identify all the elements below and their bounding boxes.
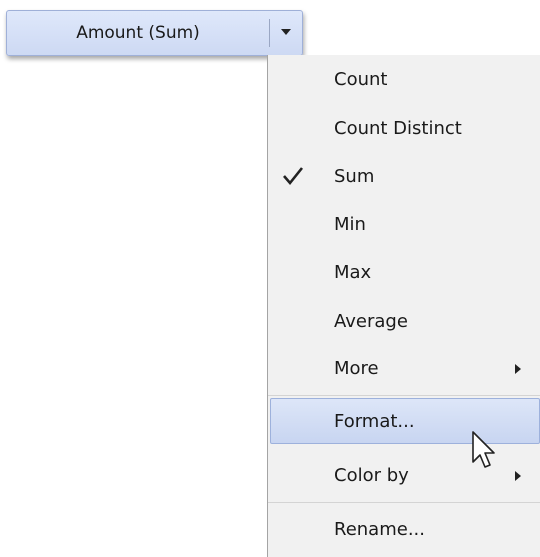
- submenu-arrow-icon: [515, 364, 521, 374]
- menu-item-label: Average: [334, 311, 408, 332]
- measure-pill-label: Amount (Sum): [76, 23, 200, 43]
- menu-item-label: Count Distinct: [334, 118, 462, 139]
- menu-item-average[interactable]: Average: [268, 299, 540, 345]
- checkmark-icon: [283, 167, 304, 186]
- context-menu: Count Count Distinct Sum Min Max Average…: [267, 55, 540, 557]
- menu-separator: [268, 502, 540, 503]
- menu-item-label: Min: [334, 214, 366, 235]
- pill-dropdown-button[interactable]: [270, 11, 302, 55]
- menu-item-format[interactable]: Format...: [270, 398, 540, 444]
- menu-item-label: Color by: [334, 465, 409, 486]
- menu-item-color-by[interactable]: Color by: [268, 453, 540, 499]
- menu-item-label: Max: [334, 262, 372, 283]
- caret-down-icon: [281, 29, 291, 35]
- mouse-cursor-icon: [472, 431, 495, 468]
- menu-item-min[interactable]: Min: [268, 202, 540, 248]
- menu-item-label: Rename...: [334, 519, 425, 540]
- menu-item-count-distinct[interactable]: Count Distinct: [268, 106, 540, 152]
- menu-item-max[interactable]: Max: [268, 250, 540, 296]
- menu-item-rename[interactable]: Rename...: [268, 507, 540, 553]
- menu-item-count[interactable]: Count: [268, 57, 540, 103]
- submenu-arrow-icon: [515, 471, 521, 481]
- menu-item-label: Format...: [334, 411, 415, 432]
- menu-item-more[interactable]: More: [268, 346, 540, 392]
- menu-item-label: Sum: [334, 166, 375, 187]
- measure-pill[interactable]: Amount (Sum): [6, 10, 303, 56]
- menu-item-sum[interactable]: Sum: [268, 154, 540, 200]
- menu-item-label: Count: [334, 69, 388, 90]
- menu-item-label: More: [334, 358, 379, 379]
- menu-separator: [268, 395, 540, 396]
